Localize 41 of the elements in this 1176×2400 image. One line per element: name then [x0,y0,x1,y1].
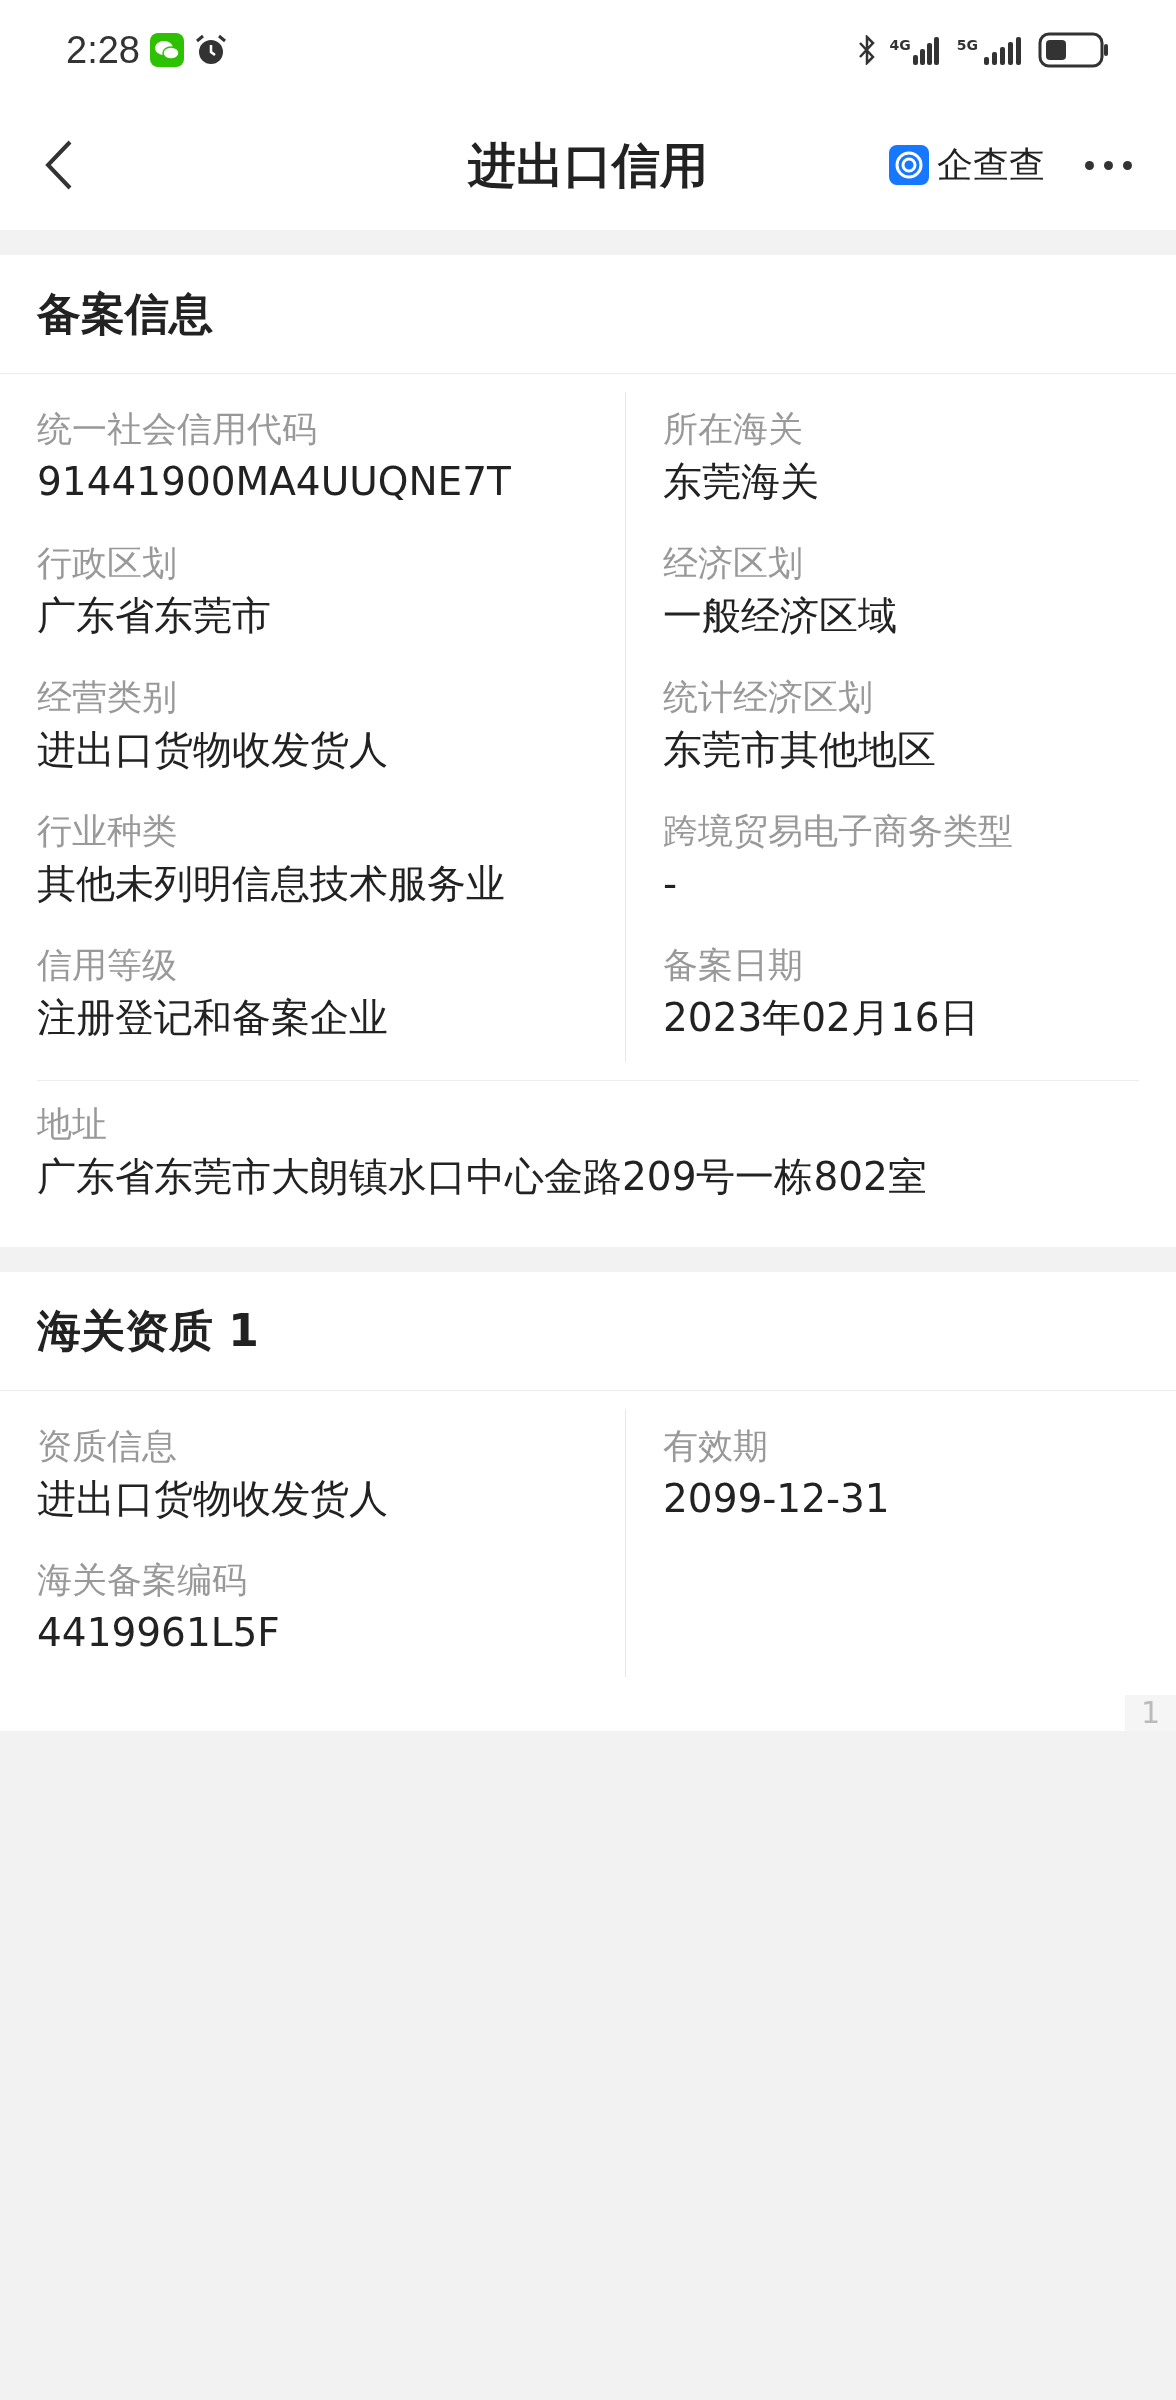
field-value: 广东省东莞市大朗镇水口中心金路209号一栋802室 [37,1153,928,1201]
chat-app-icon [149,33,184,67]
field-value: 2099-12-31 [663,1475,891,1523]
field-value: 进出口货物收发货人 [37,1475,389,1523]
field-label: 行政区划 [37,542,178,585]
field-label: 地址 [37,1103,108,1146]
field-label: 行业种类 [37,810,178,853]
field-label: 统一社会信用代码 [37,408,318,451]
field-label: 信用等级 [37,944,178,987]
section-title: 备案信息 [37,287,213,341]
status-time: 2:28 [66,27,140,73]
field-value: 广东省东莞市 [37,592,272,640]
field-label: 海关备案编码 [37,1559,248,1602]
field-value: 2023年02月16日 [663,994,980,1042]
field-value: 4419961L5F [37,1609,281,1657]
bluetooth-icon [857,35,876,65]
brand-logo-icon [889,145,929,185]
field-label: 经营类别 [37,676,178,719]
field-label: 经济区划 [663,542,804,585]
field-label: 备案日期 [663,944,804,987]
field-value: - [663,860,679,908]
field-label: 有效期 [663,1425,769,1468]
page-title: 进出口信用 [468,136,708,195]
field-value: 东莞海关 [663,458,820,506]
field-label: 跨境贸易电子商务类型 [663,810,1014,853]
field-value: 进出口货物收发货人 [37,726,389,774]
field-value: 其他未列明信息技术服务业 [37,860,506,908]
brand-name: 企查查 [937,143,1045,187]
field-value: 一般经济区域 [663,592,898,640]
field-label: 统计经济区划 [663,676,874,719]
network-label: 4G [889,36,911,55]
network-label: 5G [956,36,978,55]
field-label: 资质信息 [37,1425,178,1468]
section-title: 海关资质 1 [37,1304,259,1358]
field-value: 91441900MA4UUQNE7T [37,458,512,506]
field-value: 东莞市其他地区 [663,726,937,774]
alarm-icon [193,33,228,67]
battery-icon [1038,32,1110,68]
field-value: 注册登记和备案企业 [37,994,389,1042]
page-indicator: 1 [1124,1695,1176,1731]
field-label: 所在海关 [663,408,804,451]
